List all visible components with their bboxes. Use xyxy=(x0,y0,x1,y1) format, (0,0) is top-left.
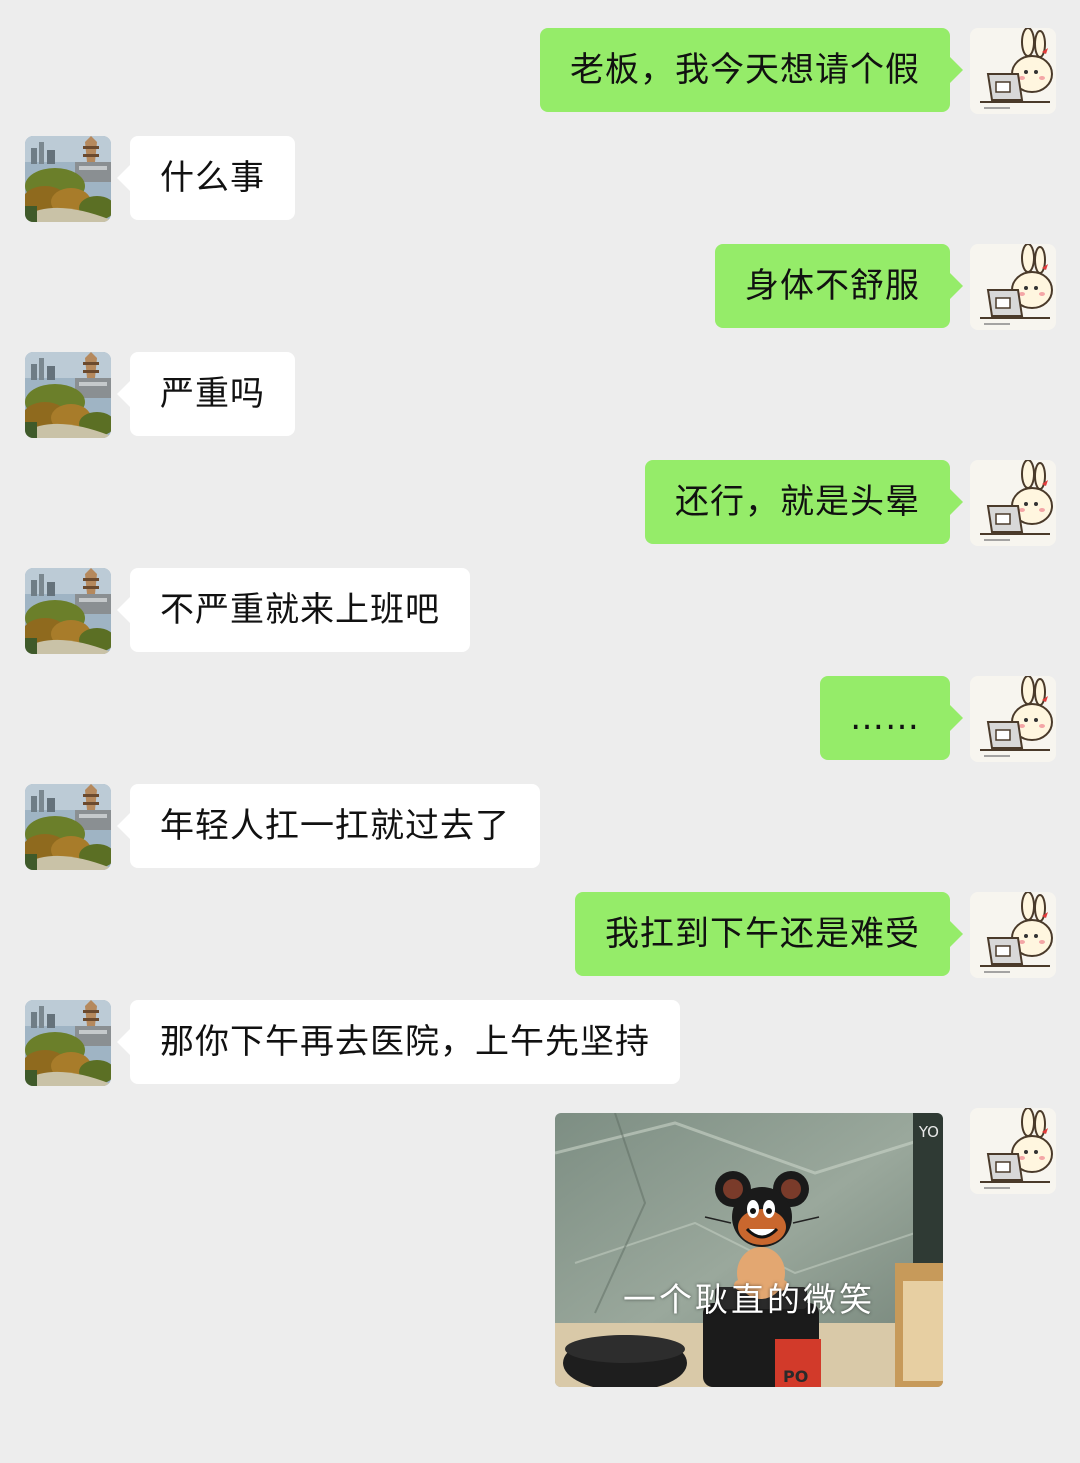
message-bubble-received[interactable]: 严重吗 xyxy=(117,352,295,436)
bunny-at-laptop-icon xyxy=(970,28,1056,114)
my-avatar[interactable] xyxy=(970,244,1056,330)
message-bubble-sent[interactable]: 身体不舒服 xyxy=(715,244,963,328)
my-avatar[interactable] xyxy=(970,676,1056,762)
message-bubble-received[interactable]: 什么事 xyxy=(117,136,295,220)
boss-avatar[interactable] xyxy=(25,784,111,870)
sticker-corner-text: YO xyxy=(918,1123,939,1141)
my-avatar[interactable] xyxy=(970,28,1056,114)
sticker-caption: 一个耿直的微笑 xyxy=(623,1280,875,1319)
city-landscape-photo xyxy=(25,784,111,870)
boss-avatar[interactable] xyxy=(25,1000,111,1086)
message-bubble-received[interactable]: 年轻人扛一扛就过去了 xyxy=(117,784,540,868)
bunny-at-laptop-icon xyxy=(970,892,1056,978)
jerry-mouse-sticker xyxy=(555,1113,943,1387)
bunny-at-laptop-icon xyxy=(970,460,1056,546)
bunny-at-laptop-icon xyxy=(970,1108,1056,1194)
my-avatar[interactable] xyxy=(970,1108,1056,1194)
message-bubble-sent[interactable]: …… xyxy=(820,676,963,760)
my-avatar[interactable] xyxy=(970,460,1056,546)
my-avatar[interactable] xyxy=(970,892,1056,978)
sticker-image-jerry-smile[interactable]: YO 一个耿直的微笑 PO xyxy=(555,1113,943,1387)
message-bubble-sent[interactable]: 我扛到下午还是难受 xyxy=(575,892,963,976)
boss-avatar[interactable] xyxy=(25,568,111,654)
city-landscape-photo xyxy=(25,568,111,654)
message-bubble-received[interactable]: 那你下午再去医院，上午先坚持 xyxy=(117,1000,680,1084)
sticker-bottle-label: PO xyxy=(783,1367,809,1386)
message-bubble-sent[interactable]: 还行，就是头晕 xyxy=(645,460,963,544)
boss-avatar[interactable] xyxy=(25,136,111,222)
bunny-at-laptop-icon xyxy=(970,244,1056,330)
message-bubble-sent[interactable]: 老板，我今天想请个假 xyxy=(540,28,963,112)
city-landscape-photo xyxy=(25,136,111,222)
bunny-at-laptop-icon xyxy=(970,676,1056,762)
boss-avatar[interactable] xyxy=(25,352,111,438)
city-landscape-photo xyxy=(25,1000,111,1086)
city-landscape-photo xyxy=(25,352,111,438)
message-bubble-received[interactable]: 不严重就来上班吧 xyxy=(117,568,470,652)
